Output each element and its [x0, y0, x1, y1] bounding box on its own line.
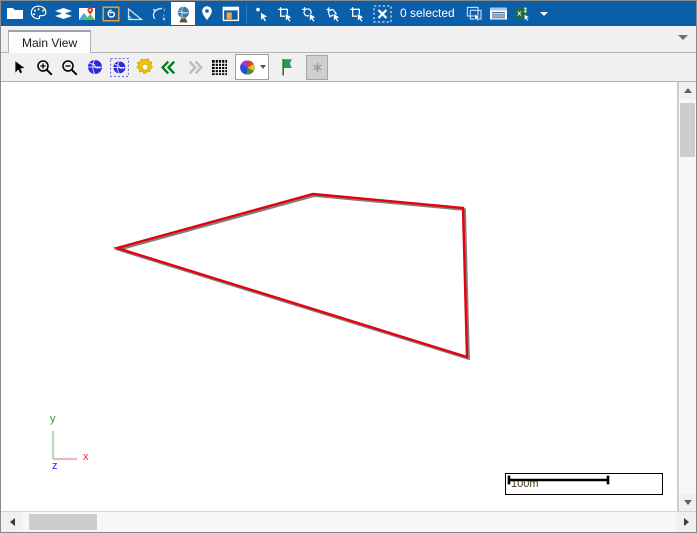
chevron-down-icon[interactable] [259, 65, 266, 69]
boundary-polygon [112, 192, 469, 359]
tab-label: Main View [22, 35, 78, 50]
view-tab-bar: Main View [1, 26, 696, 53]
scroll-down-arrow-icon[interactable] [679, 494, 696, 511]
boundary-icon[interactable] [99, 2, 123, 25]
snapshot-icon[interactable] [306, 54, 328, 80]
pointer-tool-icon[interactable] [7, 55, 32, 79]
application-window: y x 0 selected x Main View y x z 100m [0, 0, 697, 533]
select-polygon-icon[interactable] [322, 2, 346, 25]
svg-text:x: x [163, 12, 165, 17]
horizontal-scroll-thumb[interactable] [29, 514, 97, 530]
color-palette-icon[interactable] [235, 54, 269, 80]
canvas-row: y x z 100m [1, 82, 696, 511]
scroll-right-arrow-icon[interactable] [676, 512, 696, 532]
zoom-in-icon[interactable] [32, 55, 57, 79]
scale-bar: 100m [505, 473, 663, 495]
vertical-scroll-thumb[interactable] [680, 103, 695, 157]
style-palette-icon[interactable] [27, 2, 51, 25]
table-report-icon[interactable] [487, 2, 511, 25]
select-crop-icon[interactable] [346, 2, 370, 25]
boundary-polygon-svg [112, 192, 470, 361]
vertical-scrollbar[interactable] [678, 82, 696, 511]
selection-status-label: 0 selected [400, 6, 455, 20]
measure-angle-icon[interactable] [123, 2, 147, 25]
boundary-polygon-shadow [113, 194, 470, 361]
select-rectangle-icon[interactable] [274, 2, 298, 25]
horizontal-scrollbar[interactable] [1, 511, 696, 532]
svg-text:y: y [163, 6, 165, 11]
open-folder-icon[interactable] [3, 2, 27, 25]
layers-icon[interactable] [51, 2, 75, 25]
copy-view-icon[interactable] [463, 2, 487, 25]
axis-triad: y x z [39, 413, 97, 473]
scroll-up-arrow-icon[interactable] [679, 82, 696, 99]
map-pin-icon[interactable] [75, 2, 99, 25]
grid-icon[interactable] [207, 55, 232, 79]
flag-marker-icon[interactable] [275, 55, 300, 79]
settings-gear-icon[interactable] [132, 55, 157, 79]
toolbar-separator [246, 4, 247, 23]
axis-label-y: y [50, 413, 56, 425]
ribbon-overflow-chevron-icon[interactable] [535, 2, 553, 25]
vertical-scroll-track[interactable] [679, 99, 696, 494]
view-toolbar [1, 53, 696, 82]
horizontal-scroll-track[interactable] [23, 512, 676, 532]
zoom-selection-icon[interactable] [107, 55, 132, 79]
clear-selection-icon[interactable] [370, 2, 394, 25]
previous-view-icon[interactable] [157, 55, 182, 79]
location-marker-icon[interactable] [195, 2, 219, 25]
tab-overflow-chevron-icon[interactable] [678, 35, 688, 40]
map-canvas[interactable]: y x z 100m [1, 82, 678, 511]
axis-label-z: z [52, 460, 58, 472]
axis-label-x: x [83, 451, 89, 463]
export-excel-icon[interactable]: x [511, 2, 535, 25]
main-toolbar: y x 0 selected x [1, 1, 696, 26]
select-point-icon[interactable] [250, 2, 274, 25]
zoom-out-icon[interactable] [57, 55, 82, 79]
next-view-icon[interactable] [182, 55, 207, 79]
scroll-left-arrow-icon[interactable] [1, 512, 23, 532]
tab-main-view[interactable]: Main View [8, 30, 92, 53]
scale-bar-ruler-icon [507, 475, 610, 485]
zoom-extents-icon[interactable] [82, 55, 107, 79]
globe-icon[interactable] [171, 2, 195, 25]
coordinate-system-icon[interactable]: y x [147, 2, 171, 25]
select-circle-icon[interactable] [298, 2, 322, 25]
window-extract-icon[interactable] [219, 2, 243, 25]
